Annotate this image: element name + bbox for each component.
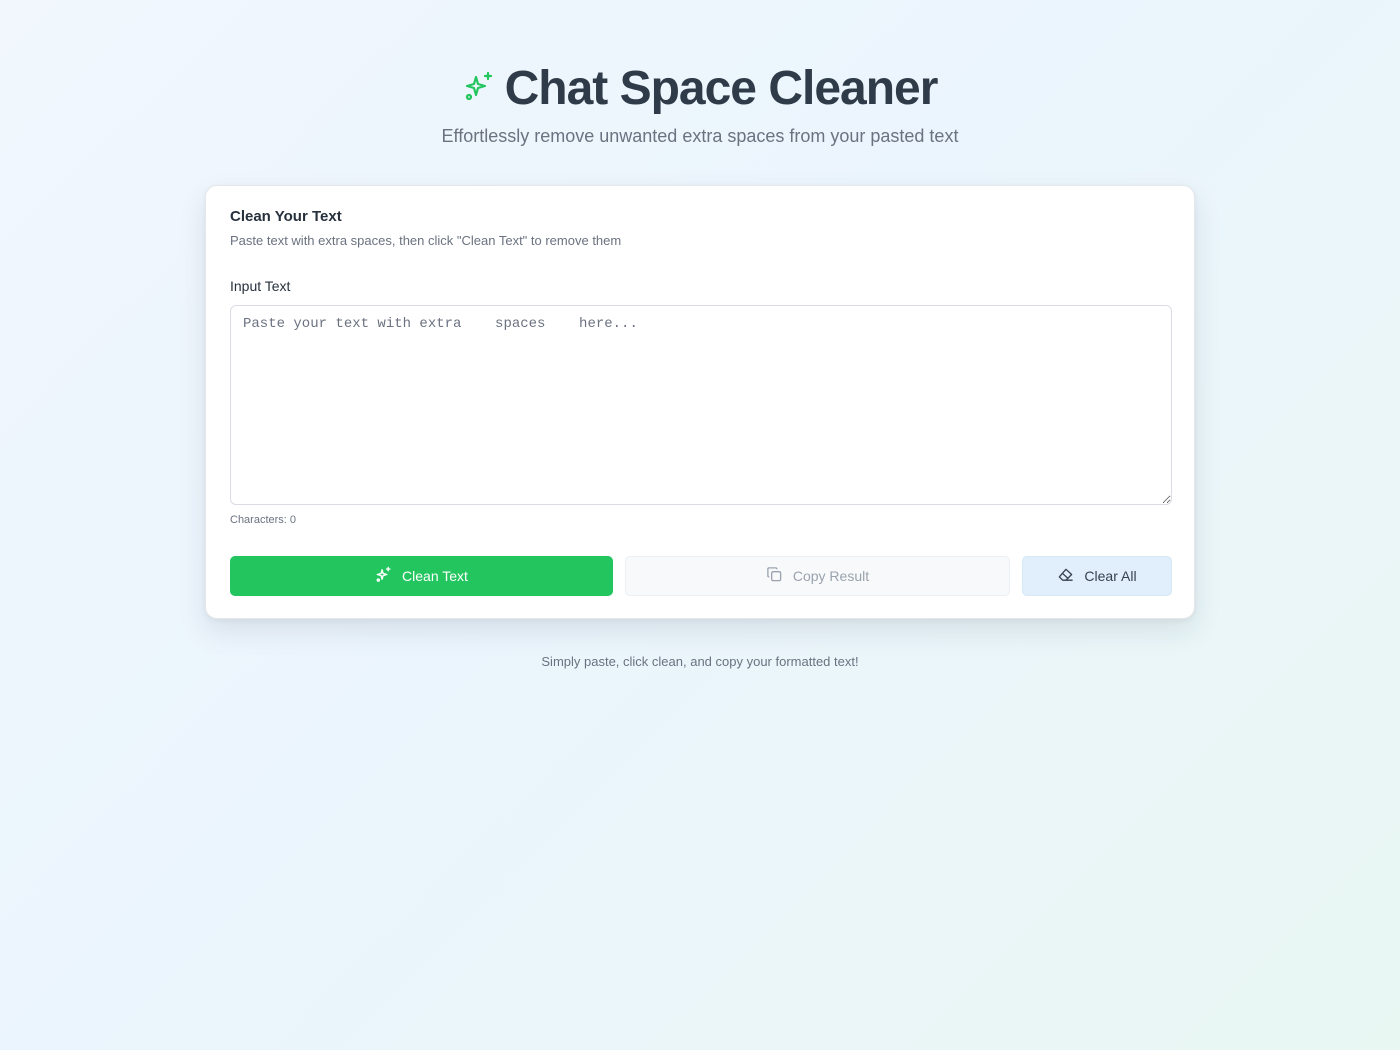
clear-all-label: Clear All	[1084, 568, 1137, 584]
page-header: Chat Space Cleaner Effortlessly remove u…	[0, 58, 1400, 147]
clean-text-button[interactable]: Clean Text	[230, 556, 613, 596]
sparkles-icon	[375, 566, 392, 586]
action-buttons: Clean Text Copy Result Clear All	[230, 556, 1172, 596]
character-count-label: Characters:	[230, 514, 290, 526]
sparkles-icon	[463, 70, 495, 107]
card-description: Paste text with extra spaces, then click…	[230, 233, 622, 248]
character-count: Characters: 0	[230, 514, 1170, 526]
copy-icon	[766, 566, 783, 586]
character-count-value: 0	[289, 514, 297, 526]
copy-result-button[interactable]: Copy Result	[625, 556, 1010, 596]
clear-all-button[interactable]: Clear All	[1022, 556, 1172, 596]
card-title: Clean Your Text	[230, 208, 342, 225]
input-label: Input Text	[230, 278, 291, 294]
eraser-icon	[1057, 566, 1074, 586]
input-text-area[interactable]	[230, 305, 1172, 505]
footer-hint: Simply paste, click clean, and copy your…	[541, 654, 859, 669]
clean-text-card: Clean Your Text Paste text with extra sp…	[205, 185, 1195, 619]
page-title: Chat Space Cleaner	[504, 61, 939, 115]
page-subtitle: Effortlessly remove unwanted extra space…	[441, 126, 959, 146]
title-row: Chat Space Cleaner	[0, 58, 1400, 118]
clean-text-label: Clean Text	[402, 568, 468, 584]
copy-result-label: Copy Result	[792, 568, 870, 584]
